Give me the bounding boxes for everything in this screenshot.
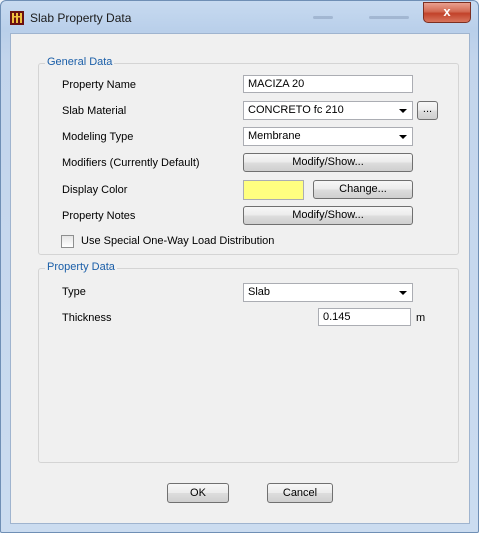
titlebar-reflection	[369, 16, 409, 19]
property-name-label: Property Name	[62, 79, 136, 91]
type-select[interactable]: Slab	[243, 283, 413, 302]
close-button[interactable]: x	[423, 2, 471, 23]
modeling-type-label: Modeling Type	[62, 131, 134, 143]
group-title-property: Property Data	[45, 261, 117, 273]
modifiers-label: Modifiers (Currently Default)	[62, 157, 200, 169]
app-icon	[10, 11, 24, 25]
slab-material-label: Slab Material	[62, 105, 127, 117]
cancel-button[interactable]: Cancel	[267, 483, 333, 503]
ok-button[interactable]: OK	[167, 483, 229, 503]
material-more-button[interactable]: ...	[417, 101, 438, 120]
display-color-swatch[interactable]	[243, 180, 304, 200]
display-color-label: Display Color	[62, 184, 128, 196]
change-color-button[interactable]: Change...	[313, 180, 413, 199]
chevron-down-icon	[399, 291, 407, 295]
titlebar-reflection	[313, 16, 333, 19]
modifiers-modify-button[interactable]: Modify/Show...	[243, 153, 413, 172]
property-notes-button[interactable]: Modify/Show...	[243, 206, 413, 225]
chevron-down-icon	[399, 135, 407, 139]
slab-material-value: CONCRETO fc 210	[248, 104, 344, 116]
property-name-input[interactable]: MACIZA 20	[243, 75, 413, 93]
modeling-type-value: Membrane	[248, 130, 301, 142]
one-way-load-checkbox[interactable]	[61, 235, 74, 248]
one-way-load-label: Use Special One-Way Load Distribution	[81, 235, 275, 247]
type-label: Type	[62, 286, 86, 298]
chevron-down-icon	[399, 109, 407, 113]
property-notes-label: Property Notes	[62, 210, 136, 222]
type-value: Slab	[248, 286, 271, 298]
thickness-label: Thickness	[62, 312, 112, 324]
title-bar[interactable]: Slab Property Data x	[1, 1, 478, 33]
slab-material-select[interactable]: CONCRETO fc 210	[243, 101, 413, 120]
group-title-general: General Data	[45, 56, 115, 68]
modeling-type-select[interactable]: Membrane	[243, 127, 413, 146]
dialog-client-area: General Data Property Name MACIZA 20 Sla…	[10, 33, 470, 524]
thickness-input[interactable]: 0.145	[318, 308, 411, 326]
window-title: Slab Property Data	[30, 11, 132, 25]
dialog-window: Slab Property Data x General Data Proper…	[0, 0, 479, 533]
thickness-unit: m	[416, 312, 426, 324]
